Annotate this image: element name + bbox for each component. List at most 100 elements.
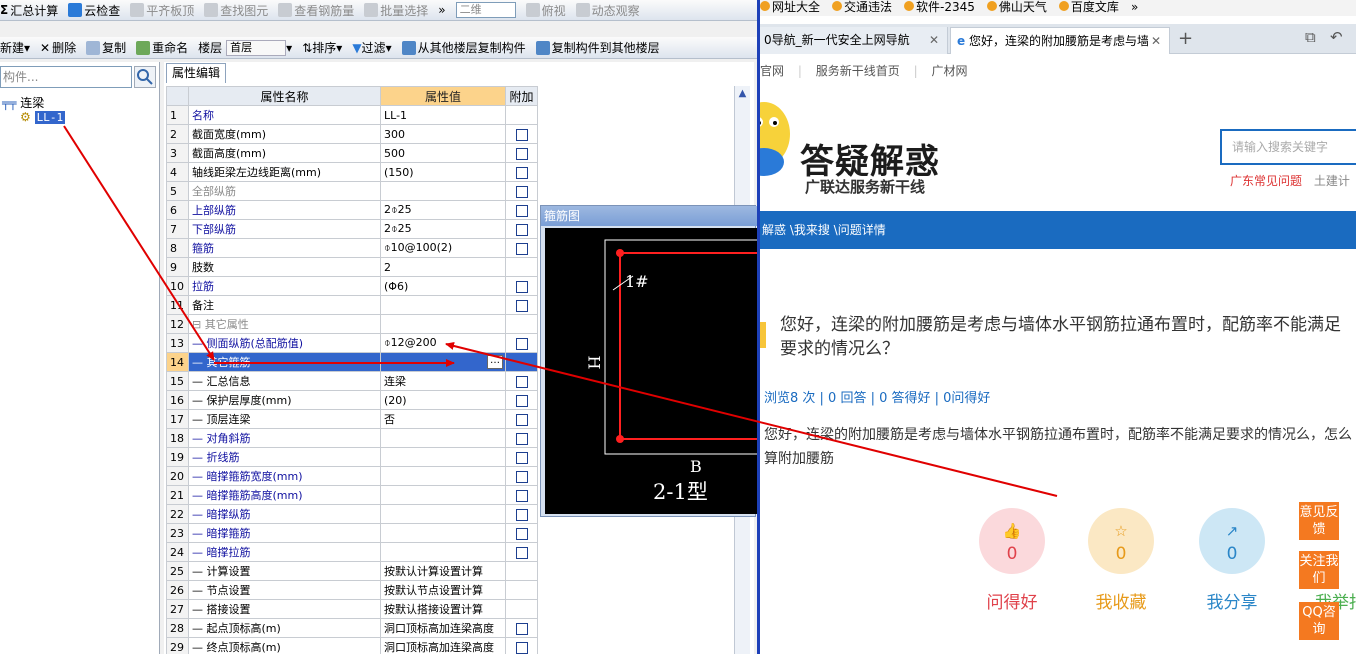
property-value[interactable] (380, 485, 506, 505)
property-row[interactable]: 28— 起点顶标高(m) 洞口顶标高加连梁高度 (166, 618, 538, 638)
nav-link-material[interactable]: 广材网 (931, 64, 967, 78)
property-row[interactable]: 19— 折线筋 (166, 447, 538, 467)
attach-checkbox[interactable] (515, 185, 528, 198)
property-value[interactable]: 2⌽25 (380, 219, 506, 239)
property-value[interactable]: 500 (380, 143, 506, 163)
property-row[interactable]: 29— 终点顶标高(m) 洞口顶标高加连梁高度 (166, 637, 538, 654)
ellipsis-button[interactable]: … (487, 355, 503, 369)
property-row[interactable]: 22— 暗撑纵筋 (166, 504, 538, 524)
property-row[interactable]: 13— 侧面纵筋(总配筋值) ⌽12@200 (166, 333, 538, 353)
cloud-check-button[interactable]: 云检查 (68, 2, 120, 19)
attach-checkbox[interactable] (515, 489, 528, 502)
property-row[interactable]: 10 拉筋 (Φ6) (166, 276, 538, 296)
bookmark-item[interactable]: 网址大全 (760, 0, 820, 14)
property-row[interactable]: 4 轴线距梁左边线距离(mm) (150) (166, 162, 538, 182)
property-value[interactable]: ⌽12@200 (380, 333, 506, 353)
property-row[interactable]: 6 上部纵筋 2⌽25 (166, 200, 538, 220)
bookmark-item[interactable]: 软件-2345 (904, 0, 975, 14)
follow-us-button[interactable]: 关注我们 (1299, 551, 1339, 589)
attach-checkbox[interactable] (515, 508, 528, 521)
toolbar-more-button[interactable]: » (438, 3, 445, 17)
attach-checkbox[interactable] (515, 337, 528, 350)
undo-icon[interactable]: ↶ (1330, 28, 1343, 46)
share-action-button[interactable]: ↗ 0 (1199, 508, 1265, 574)
bookmark-item[interactable]: » (1131, 0, 1138, 14)
property-value[interactable]: 按默认节点设置计算 (380, 580, 506, 600)
attach-checkbox[interactable] (515, 394, 528, 407)
property-row[interactable]: 5 全部纵筋 (166, 181, 538, 201)
property-row[interactable]: 17— 顶层连梁否 (166, 409, 538, 429)
property-value[interactable] (380, 181, 506, 201)
property-value[interactable] (380, 523, 506, 543)
attach-checkbox[interactable] (515, 641, 528, 654)
property-value[interactable] (380, 466, 506, 486)
qq-consult-button[interactable]: QQ咨询 (1299, 602, 1339, 640)
bookmark-item[interactable]: 百度文库 (1058, 0, 1119, 14)
attach-checkbox[interactable] (515, 166, 528, 179)
property-value[interactable] (380, 295, 506, 315)
property-row[interactable]: 26— 节点设置 按默认节点设置计算 (166, 580, 538, 600)
property-value[interactable]: 洞口顶标高加连梁高度 (380, 637, 506, 654)
nav-link-official[interactable]: 官网 (760, 64, 784, 78)
property-value[interactable]: 连梁 (380, 371, 506, 391)
property-value[interactable]: (20) (380, 390, 506, 410)
close-tab-icon[interactable]: ✕ (1147, 28, 1161, 54)
sort-button[interactable]: ⇅ 排序 ▾ (302, 39, 342, 56)
property-value[interactable]: 300 (380, 124, 506, 144)
attach-checkbox[interactable] (515, 451, 528, 464)
bookmark-item[interactable]: 交通违法 (832, 0, 892, 14)
property-value[interactable]: (Φ6) (380, 276, 506, 296)
copy-button[interactable]: 复制 (86, 39, 126, 56)
attach-checkbox[interactable] (515, 527, 528, 540)
property-row[interactable]: 27— 搭接设置 按默认搭接设置计算 (166, 599, 538, 619)
attach-checkbox[interactable] (515, 546, 528, 559)
property-value[interactable]: 否 (380, 409, 506, 429)
property-value[interactable] (380, 542, 506, 562)
copy-from-floor-button[interactable]: 从其他楼层复制构件 (401, 39, 526, 56)
property-row[interactable]: 20— 暗撑箍筋宽度(mm) (166, 466, 538, 486)
property-row[interactable]: 9 肢数 2 (166, 257, 538, 277)
view-rebar-button[interactable]: 查看钢筋量 (278, 2, 354, 19)
favorite-action-button[interactable]: ☆ 0 (1088, 508, 1154, 574)
attach-checkbox[interactable] (515, 299, 528, 312)
tree-root-item[interactable]: ╤╤ 连梁 (2, 94, 44, 111)
attach-checkbox[interactable] (515, 470, 528, 483)
browser-tab-1[interactable]: 0导航_新一代安全上网导航 ✕ (760, 27, 948, 54)
property-row[interactable]: 1 名称 LL-1 (166, 105, 538, 125)
property-row[interactable]: 7 下部纵筋 2⌽25 (166, 219, 538, 239)
hot-link-guangdong[interactable]: 广东常见问题 (1230, 174, 1302, 188)
property-value[interactable]: (150) (380, 162, 506, 182)
attach-checkbox[interactable] (515, 242, 528, 255)
restore-tab-icon[interactable]: ⧉ (1305, 28, 1316, 46)
rename-button[interactable]: 重命名 (136, 39, 188, 56)
property-row[interactable]: 3 截面高度(mm) 500 (166, 143, 538, 163)
property-row[interactable]: 2 截面宽度(mm) 300 (166, 124, 538, 144)
property-value[interactable] (380, 314, 506, 334)
attach-checkbox[interactable] (515, 432, 528, 445)
property-value[interactable]: 2 (380, 257, 506, 277)
property-row[interactable]: 24— 暗撑拉筋 (166, 542, 538, 562)
view-mode-select[interactable]: 二维 (455, 2, 516, 18)
find-element-button[interactable]: 查找图元 (204, 2, 268, 19)
property-value[interactable]: ⌽10@100(2) (380, 238, 506, 258)
tree-child-item[interactable]: ⚙ LL-1 (20, 110, 66, 124)
align-slab-top-button[interactable]: 平齐板顶 (130, 2, 194, 19)
summary-calc-button[interactable]: Σ 汇总计算 (0, 2, 58, 19)
property-row[interactable]: 12 ⊟ 其它属性 (166, 314, 538, 334)
delete-button[interactable]: ✕ 删除 (40, 39, 76, 56)
new-button[interactable]: 新建 ▾ (0, 39, 30, 56)
search-icon[interactable] (134, 66, 156, 88)
attach-checkbox[interactable] (515, 223, 528, 236)
hot-link-civil[interactable]: 土建计 (1314, 174, 1350, 188)
property-value[interactable] (380, 504, 506, 524)
new-tab-icon[interactable]: + (1178, 28, 1193, 49)
scroll-up-icon[interactable]: ▲ (735, 86, 750, 102)
property-value[interactable]: LL-1 (380, 105, 506, 125)
property-row[interactable]: 11 备注 (166, 295, 538, 315)
browser-tab-2[interactable]: e 您好，连梁的附加腰筋是考虑与墙 ✕ (950, 27, 1170, 54)
property-value[interactable]: 按默认搭接设置计算 (380, 599, 506, 619)
property-row[interactable]: 18— 对角斜筋 (166, 428, 538, 448)
attach-checkbox[interactable] (515, 375, 528, 388)
property-row[interactable]: 8 箍筋 ⌽10@100(2) (166, 238, 538, 258)
nav-link-home[interactable]: 服务新干线首页 (816, 64, 900, 78)
